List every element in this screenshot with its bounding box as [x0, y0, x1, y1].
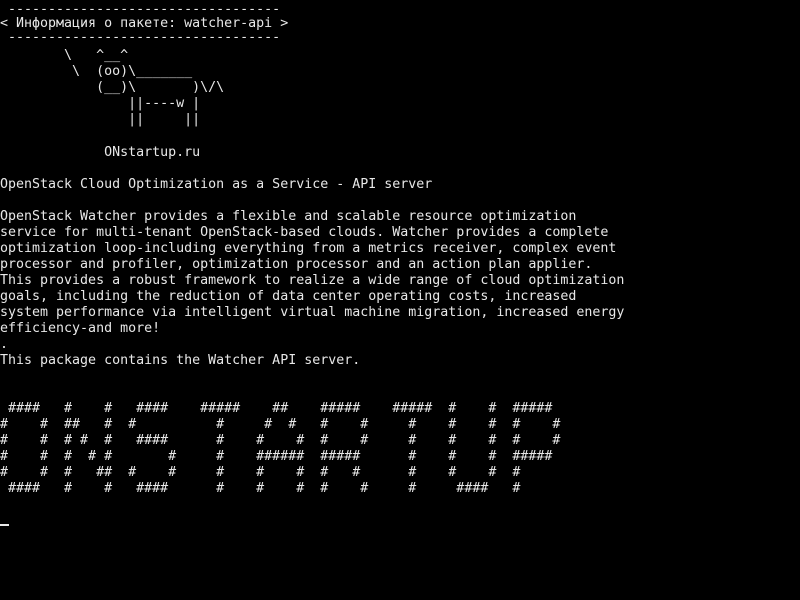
- banner-line: # # # # # #### # # # # # # # # # #: [0, 433, 561, 448]
- cow-art-line: \ (oo)\_______: [0, 64, 193, 79]
- description-line: processor and profiler, optimization pro…: [0, 257, 593, 272]
- site-label: ONstartup.ru: [0, 145, 201, 160]
- cow-art-line: ||----w |: [0, 96, 201, 111]
- description-line: optimization loop-including everything f…: [0, 241, 617, 256]
- description-line: .: [0, 337, 9, 352]
- banner-line: # # # ## # # # # # # # # # # #: [0, 465, 521, 480]
- description-line: OpenStack Watcher provides a flexible an…: [0, 209, 577, 224]
- banner-line: # # # # # # # ###### ##### # # # #####: [0, 449, 553, 464]
- description-line: goals, including the reduction of data c…: [0, 289, 577, 304]
- package-summary: OpenStack Cloud Optimization as a Servic…: [0, 177, 433, 192]
- package-note: This package contains the Watcher API se…: [0, 353, 361, 368]
- header-rule-bottom: ----------------------------------: [0, 30, 281, 45]
- description-line: service for multi-tenant OpenStack-based…: [0, 225, 609, 240]
- description-line: system performance via intelligent virtu…: [0, 305, 625, 320]
- banner-line: #### # # #### ##### ## ##### ##### # # #…: [0, 401, 553, 416]
- text-cursor: [0, 524, 9, 526]
- terminal-screen[interactable]: ---------------------------------- < Инф…: [0, 0, 800, 600]
- cow-art-line: (__)\ )\/\: [0, 80, 225, 95]
- banner-line: #### # # #### # # # # # # #### #: [0, 481, 521, 496]
- cow-art-line: || ||: [0, 112, 201, 127]
- cow-art-line: \ ^__^: [0, 48, 129, 63]
- banner-line: # # ## # # # # # # # # # # # #: [0, 417, 561, 432]
- description-line: This provides a robust framework to real…: [0, 273, 625, 288]
- description-line: efficiency-and more!: [0, 321, 161, 336]
